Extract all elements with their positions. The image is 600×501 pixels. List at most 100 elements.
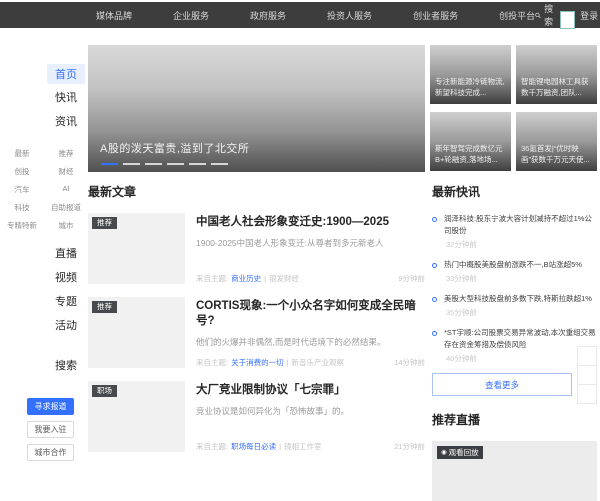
- newsflash-item[interactable]: *ST宇顺:公司股票交易异常波动,本次重组交易存在资金筹措及偿债风险: [432, 327, 597, 351]
- article-topic-link[interactable]: 关于消费的一切: [231, 357, 284, 368]
- article-topic-link[interactable]: 职场每日必读: [231, 441, 276, 452]
- sidebar-item-home[interactable]: 首页: [47, 64, 85, 84]
- article-timestamp: 21分钟前: [394, 441, 425, 452]
- article-meta: 来自主题: 商业历史 | 银发财经 9分钟前: [196, 273, 425, 284]
- floating-tool-button[interactable]: [577, 384, 597, 404]
- sidebar-item-specialized[interactable]: 专精特新: [0, 216, 44, 234]
- article-row[interactable]: 推荐 CORTIS现象:一个小众名字如何变成全民暗号? 他们的火爆并非偶然,而是…: [88, 297, 425, 368]
- sidebar-item-recommended[interactable]: 推荐: [44, 144, 88, 162]
- bullet-ring-icon: [432, 263, 437, 268]
- sidebar-item-venture[interactable]: 创投: [0, 162, 44, 180]
- carousel-dash[interactable]: [189, 163, 206, 165]
- live-replay-card[interactable]: ◉ 观看回放: [432, 441, 597, 501]
- meta-divider: |: [264, 274, 266, 283]
- article-thumbnail[interactable]: 推荐: [88, 213, 185, 284]
- right-sidebar: 最新快讯 润泽科技:股东宁波大容计划减持不超过1%公司股份 32分钟前 热门中概…: [432, 183, 597, 501]
- chat-widget-button[interactable]: [560, 11, 575, 29]
- carousel-dash[interactable]: [167, 163, 184, 165]
- sidebar-item-ai[interactable]: AI: [44, 180, 88, 198]
- article-title[interactable]: CORTIS现象:一个小众名字如何变成全民暗号?: [196, 299, 425, 329]
- sidebar-item-topics[interactable]: 专题: [55, 290, 77, 312]
- seek-report-button[interactable]: 寻求报道: [27, 398, 74, 415]
- sidebar-action-buttons: 寻求报道 我要入驻 城市合作: [27, 398, 74, 461]
- article-tag-badge: 推荐: [92, 217, 117, 229]
- newsflash-timestamp: 33分钟前: [446, 273, 597, 284]
- newsflash-timestamp: 35分钟前: [446, 307, 597, 318]
- sidebar-item-finance[interactable]: 财经: [44, 162, 88, 180]
- sidebar-item-flash[interactable]: 快讯: [55, 86, 77, 108]
- article-meta: 来自主题: 关于消费的一切 | 新音乐产业观察 14分钟前: [196, 357, 425, 368]
- promo-card-text: 专注新能源冷链物流,新望科技完成...: [435, 77, 506, 99]
- newsflash-text: 润泽科技:股东宁波大容计划减持不超过1%公司股份: [444, 213, 597, 237]
- recommended-live-heading: 推荐直播: [432, 411, 597, 428]
- article-thumbnail[interactable]: 推荐: [88, 297, 185, 368]
- promo-card-text: 智能锂电园林工具获数千万融资,团队...: [521, 77, 592, 99]
- sidebar-secondary-nav: 直播 视频 专题 活动: [44, 242, 88, 338]
- article-source[interactable]: 银发财经: [269, 273, 299, 284]
- article-timestamp: 9分钟前: [398, 273, 425, 284]
- article-thumbnail[interactable]: 职场: [88, 381, 185, 452]
- view-more-button[interactable]: 查看更多: [432, 373, 572, 396]
- search-button[interactable]: 搜索: [535, 2, 556, 28]
- login-button[interactable]: 登录: [580, 9, 598, 22]
- sidebar-item-live[interactable]: 直播: [55, 242, 77, 264]
- article-timestamp: 14分钟前: [394, 357, 425, 368]
- article-body: 大厂竞业限制协议「七宗罪」 竞业协议是如何异化为「恐怖故事」的。 来自主题: 职…: [196, 381, 425, 452]
- promo-card[interactable]: 斯年智驾完成数亿元B+轮融资,落地场...: [430, 112, 511, 171]
- article-body: CORTIS现象:一个小众名字如何变成全民暗号? 他们的火爆并非偶然,而是时代语…: [196, 297, 425, 368]
- top-nav-items: 媒体品牌 企业服务 政府服务 投资人服务 创业者服务 创投平台: [96, 9, 535, 22]
- article-row[interactable]: 推荐 中国老人社会形象变迁史:1900—2025 1900-2025中国老人形象…: [88, 213, 425, 284]
- hero-title: A股的泼天富贵,溢到了北交所: [100, 140, 249, 156]
- article-title[interactable]: 中国老人社会形象变迁史:1900—2025: [196, 215, 425, 230]
- carousel-indicators: [101, 163, 228, 165]
- hero-carousel[interactable]: A股的泼天富贵,溢到了北交所: [88, 45, 425, 172]
- sidebar-item-auto[interactable]: 汽车: [0, 180, 44, 198]
- replay-badge-label: 观看回放: [449, 448, 479, 457]
- carousel-dash[interactable]: [211, 163, 228, 165]
- sidebar-item-video[interactable]: 视频: [55, 266, 77, 288]
- floating-tool-button[interactable]: [577, 346, 597, 366]
- search-label: 搜索: [544, 2, 556, 28]
- article-source[interactable]: 镜相工作室: [284, 441, 322, 452]
- sidebar-item-city[interactable]: 城市: [44, 216, 88, 234]
- floating-tool-button[interactable]: [577, 365, 597, 385]
- sidebar-item-search[interactable]: 搜索: [55, 354, 77, 376]
- carousel-dash[interactable]: [101, 163, 118, 165]
- floating-toolbar: [577, 346, 599, 403]
- newsflash-item[interactable]: 热门中概股美股盘前涨跌不一,B站涨超5%: [432, 259, 597, 271]
- article-title[interactable]: 大厂竞业限制协议「七宗罪」: [196, 383, 425, 398]
- article-topic-link[interactable]: 商业历史: [231, 273, 261, 284]
- sidebar-item-latest[interactable]: 最新: [0, 144, 44, 162]
- article-row[interactable]: 职场 大厂竞业限制协议「七宗罪」 竞业协议是如何异化为「恐怖故事」的。 来自主题…: [88, 381, 425, 452]
- promo-card[interactable]: 36氪首发|“优时映画”获数千万元天使...: [516, 112, 597, 171]
- meta-divider: |: [287, 358, 289, 367]
- left-sidebar: 首页 快讯 资讯 最新 推荐 创投 财经 汽车 AI 科技 自助报道 专精特新 …: [0, 64, 88, 461]
- nav-venture-platform[interactable]: 创投平台: [499, 9, 535, 22]
- article-source[interactable]: 新音乐产业观察: [292, 357, 345, 368]
- top-navbar: 媒体品牌 企业服务 政府服务 投资人服务 创业者服务 创投平台 搜索 登录: [0, 2, 600, 28]
- bullet-ring-icon: [432, 217, 437, 222]
- nav-founder-service[interactable]: 创业者服务: [413, 9, 458, 22]
- nav-media-brand[interactable]: 媒体品牌: [96, 9, 132, 22]
- sidebar-item-news[interactable]: 资讯: [55, 110, 77, 132]
- carousel-dash[interactable]: [145, 163, 162, 165]
- sidebar-item-self-report[interactable]: 自助报道: [44, 198, 88, 216]
- nav-investor-service[interactable]: 投资人服务: [327, 9, 372, 22]
- sidebar-item-events[interactable]: 活动: [55, 314, 77, 336]
- newsflash-timestamp: 40分钟前: [446, 353, 597, 364]
- sidebar-item-tech[interactable]: 科技: [0, 198, 44, 216]
- article-description: 1900-2025中国老人形象变迁:从尊者到多元新老人: [196, 238, 425, 250]
- article-tag-badge: 推荐: [92, 301, 117, 313]
- nav-government-service[interactable]: 政府服务: [250, 9, 286, 22]
- city-cooperation-button[interactable]: 城市合作: [27, 444, 74, 461]
- nav-enterprise-service[interactable]: 企业服务: [173, 9, 209, 22]
- carousel-dash[interactable]: [123, 163, 140, 165]
- article-topic-prefix: 来自主题:: [196, 357, 228, 368]
- promo-card[interactable]: 专注新能源冷链物流,新望科技完成...: [430, 45, 511, 104]
- join-us-button[interactable]: 我要入驻: [27, 421, 74, 438]
- newsflash-timestamp: 32分钟前: [446, 239, 597, 250]
- article-description: 他们的火爆并非偶然,而是时代语境下的必然结果。: [196, 337, 425, 349]
- promo-card[interactable]: 智能锂电园林工具获数千万融资,团队...: [516, 45, 597, 104]
- newsflash-item[interactable]: 润泽科技:股东宁波大容计划减持不超过1%公司股份: [432, 213, 597, 237]
- newsflash-item[interactable]: 美股大型科技股盘前多数下跌,特斯拉跌超1%: [432, 293, 597, 305]
